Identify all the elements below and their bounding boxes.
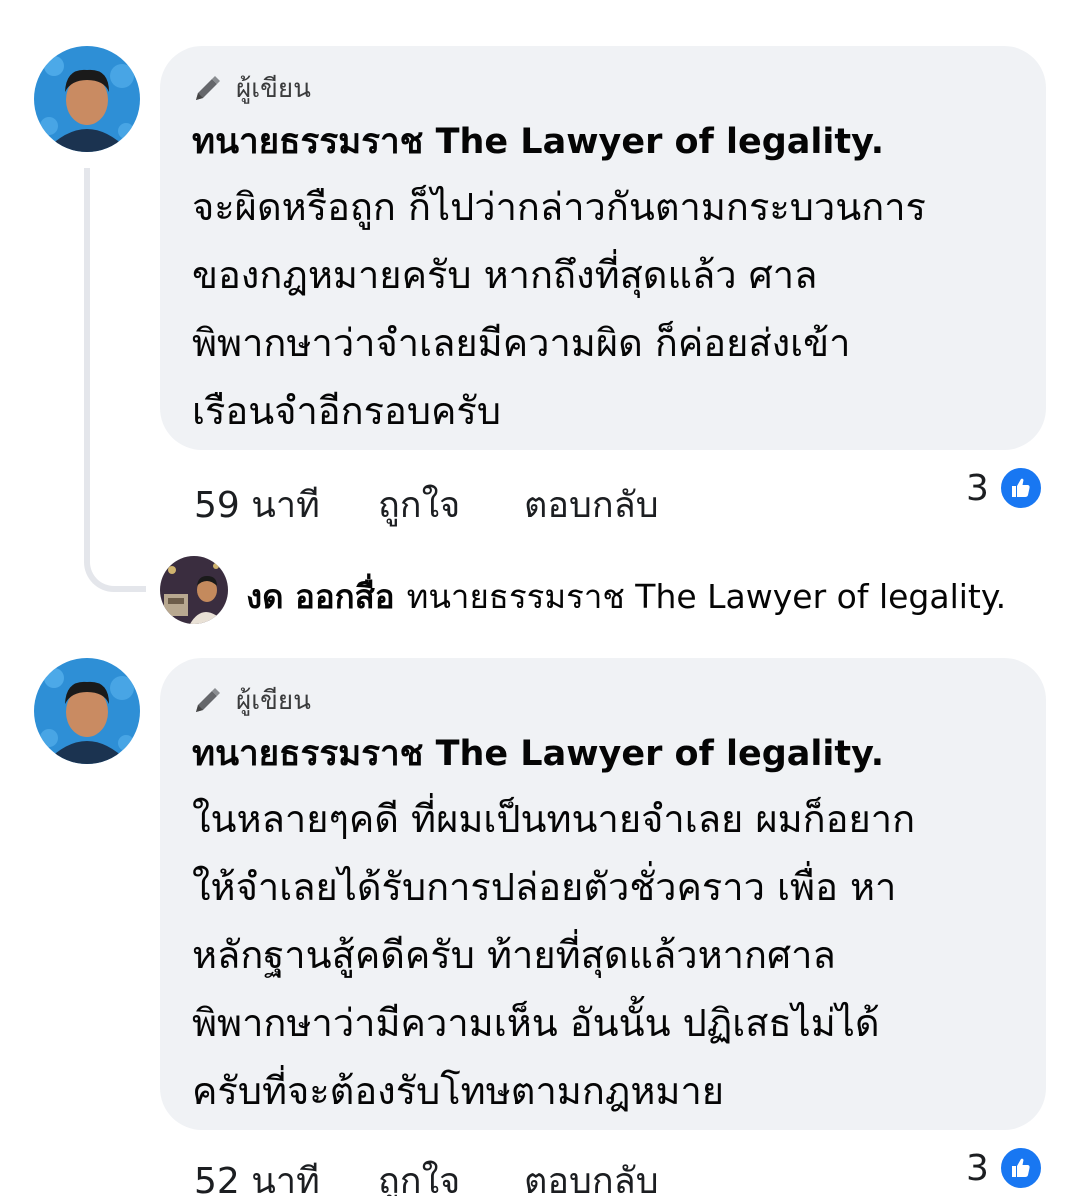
comment-text-line: พิพากษาว่ามีความเห็น อันนั้น ปฏิเสธไม่ได… bbox=[192, 1001, 880, 1045]
like-button[interactable]: ถูกใจ bbox=[378, 476, 460, 533]
replier-avatar[interactable] bbox=[160, 556, 228, 624]
thumbs-up-icon bbox=[998, 466, 1043, 510]
comment-text-line: หลักฐานสู้คดีครับ ท้ายที่สุดแล้วหากศาล bbox=[192, 933, 836, 977]
replier-name[interactable]: งด ออกสื่อ bbox=[246, 570, 395, 623]
comment-text-line: ของกฎหมายครับ หากถึงที่สุดแล้ว ศาล bbox=[192, 253, 818, 297]
author-avatar[interactable] bbox=[34, 658, 140, 764]
reaction-count: 3 bbox=[966, 1147, 989, 1189]
comment-text-line: ครับที่จะต้องรับโทษตามกฎหมาย bbox=[192, 1069, 725, 1113]
reaction-summary[interactable]: 3 bbox=[966, 1146, 1043, 1190]
reply-button[interactable]: ตอบกลับ bbox=[524, 1152, 659, 1196]
reply-button[interactable]: ตอบกลับ bbox=[524, 476, 659, 533]
badge-label: ผู้เขียน bbox=[236, 686, 311, 716]
comment-author-name[interactable]: ทนายธรรมราช The Lawyer of legality. bbox=[192, 726, 884, 781]
comment-timestamp[interactable]: 52 นาที bbox=[194, 1152, 320, 1196]
author-badge: ผู้เขียน bbox=[192, 68, 311, 109]
reaction-count: 3 bbox=[966, 467, 989, 509]
comment-author-name[interactable]: ทนายธรรมราช The Lawyer of legality. bbox=[192, 114, 884, 169]
comment-text-line: ให้จำเลยได้รับการปล่อยตัวชั่วคราว เพื่อ … bbox=[192, 865, 897, 909]
comment-text-line: จะผิดหรือถูก ก็ไปว่ากล่าวกันตามกระบวนการ bbox=[192, 185, 926, 229]
pen-icon bbox=[192, 74, 222, 104]
comment-timestamp[interactable]: 59 นาที bbox=[194, 476, 320, 533]
reply-preview-row[interactable]: งด ออกสื่อ ทนายธรรมราช The Lawyer of leg… bbox=[246, 570, 1006, 623]
like-button[interactable]: ถูกใจ bbox=[378, 1152, 460, 1196]
author-badge: ผู้เขียน bbox=[192, 680, 311, 721]
reaction-summary[interactable]: 3 bbox=[966, 466, 1043, 510]
comment-text-line: ในหลายๆคดี ที่ผมเป็นทนายจำเลย ผมก็อยาก bbox=[192, 797, 916, 841]
badge-label: ผู้เขียน bbox=[236, 74, 311, 104]
pen-icon bbox=[192, 686, 222, 716]
reply-preview-text: ทนายธรรมราช The Lawyer of legality. bbox=[406, 577, 1007, 616]
comment-text-line: พิพากษาว่าจำเลยมีความผิด ก็ค่อยส่งเข้า bbox=[192, 321, 851, 365]
thread-connector-line bbox=[84, 168, 146, 592]
thumbs-up-icon bbox=[998, 1146, 1043, 1190]
author-avatar[interactable] bbox=[34, 46, 140, 152]
comment-text-line: เรือนจำอีกรอบครับ bbox=[192, 389, 501, 433]
